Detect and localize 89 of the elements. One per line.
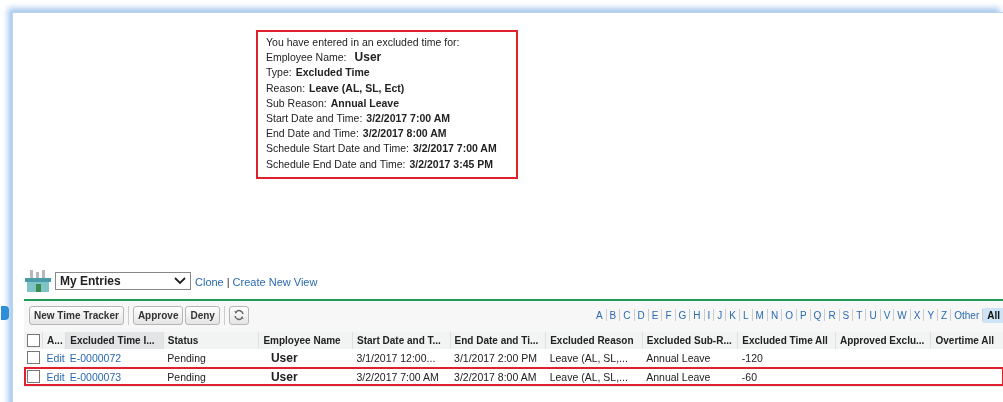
column-header[interactable]: Excluded Time All (737, 331, 836, 349)
letter-filter[interactable]: S (839, 309, 853, 321)
letter-filter[interactable]: R (825, 309, 839, 321)
table-cell: -120 (741, 351, 763, 364)
field-label: Sub Reason: (266, 96, 327, 109)
table-cell: Leave (AL, SL,... (549, 370, 628, 383)
letter-filter[interactable]: A (592, 309, 606, 321)
row-checkbox[interactable] (27, 370, 40, 384)
field-label: Schedule End Date and Time: (266, 157, 406, 170)
field-label: End Date and Time: (266, 127, 359, 140)
field-value: Annual Leave (330, 96, 399, 109)
field-value: 3/2/2017 8:00 AM (362, 127, 447, 140)
table-cell: -60 (741, 370, 757, 383)
row-checkbox[interactable] (27, 351, 40, 365)
field-value: 3/2/2017 3:45 PM (409, 157, 493, 170)
letter-filter[interactable]: V (880, 309, 894, 321)
table-cell: User (270, 369, 298, 384)
edit-link[interactable]: Edit (46, 370, 65, 383)
column-header[interactable]: Start Date and T... (352, 331, 451, 349)
table-cell: 3/1/2017 12:00... (356, 351, 436, 364)
field-value: 3/2/2017 7:00 AM (413, 142, 497, 155)
letter-filter[interactable]: Z (938, 309, 951, 321)
field-label: Start Date and Time: (266, 112, 363, 124)
clone-link[interactable]: Clone (195, 276, 224, 289)
column-header[interactable]: A... (42, 331, 66, 349)
field-value: User (354, 50, 382, 65)
column-header[interactable]: Employee Name (258, 331, 353, 349)
table-cell: Pending (167, 370, 206, 383)
toolbar-button[interactable]: Approve (132, 305, 184, 325)
letter-filter[interactable]: F (662, 309, 675, 321)
building-icon (25, 267, 51, 294)
column-header[interactable]: Status (163, 331, 259, 349)
collapse-handle[interactable] (1, 306, 9, 320)
letter-filter[interactable]: D (634, 309, 648, 321)
letter-filter[interactable]: G (675, 309, 690, 321)
field-label: Employee Name: (266, 51, 347, 64)
letter-filter[interactable]: U (866, 309, 880, 321)
column-header[interactable]: Overtime All (931, 331, 1003, 349)
field-label: Type: (266, 66, 292, 79)
letter-filter[interactable]: C (620, 309, 634, 321)
column-header[interactable]: Excluded Reason (545, 331, 643, 349)
letter-filter[interactable]: L (740, 309, 752, 321)
edit-link[interactable]: Edit (46, 351, 65, 364)
refresh-button[interactable] (228, 305, 249, 325)
table-cell: User (270, 350, 298, 365)
record-link[interactable]: E-0000072 (69, 351, 122, 364)
table-cell: 3/1/2017 2:00 PM (454, 351, 537, 364)
letter-filter[interactable]: J (714, 309, 726, 321)
column-header[interactable]: Excluded Time I... (65, 331, 164, 349)
table-cell: Annual Leave (646, 351, 711, 364)
link-separator: | (226, 276, 230, 289)
letter-filter[interactable]: Other (951, 309, 983, 321)
column-header[interactable]: Approved Exclu... (835, 331, 931, 349)
letter-filter[interactable]: M (752, 309, 767, 321)
caret-icon (174, 276, 186, 285)
refresh-icon (232, 309, 245, 322)
letter-filter[interactable]: T (853, 309, 866, 321)
table-cell: Pending (167, 351, 206, 364)
letter-filter[interactable]: K (726, 309, 739, 321)
table-cell: Leave (AL, SL,... (549, 351, 628, 364)
record-link[interactable]: E-0000073 (69, 370, 122, 383)
letter-filter[interactable]: W (894, 309, 910, 321)
letter-filter[interactable]: O (782, 309, 796, 321)
letter-filter[interactable]: E (648, 309, 662, 321)
column-header[interactable]: Excluded Sub-R... (642, 331, 738, 349)
field-label: Schedule Start Date and Time: (266, 142, 409, 155)
column-header[interactable]: End Date and Ti... (450, 331, 546, 349)
letter-filter[interactable]: H (690, 309, 704, 321)
letter-filter[interactable]: P (796, 309, 810, 321)
message-heading: You have entered in an excluded time for: (266, 35, 461, 50)
letter-filter[interactable]: Q (810, 309, 825, 321)
letter-filter[interactable]: I (704, 309, 714, 321)
field-value: Leave (AL, SL, Ect) (309, 81, 405, 94)
table-cell: 3/2/2017 8:00 AM (454, 370, 537, 383)
select-all-checkbox[interactable] (27, 333, 40, 347)
toolbar-button[interactable]: Deny (185, 305, 220, 325)
letter-filter[interactable]: B (606, 309, 620, 321)
letter-filter[interactable]: Y (924, 309, 938, 321)
letter-filter[interactable]: X (910, 309, 924, 321)
letter-filter[interactable]: N (767, 309, 782, 321)
field-value: 3/2/2017 7:00 AM (366, 112, 450, 124)
letter-filter[interactable]: All (983, 307, 1003, 323)
field-value: Excluded Time (295, 66, 370, 79)
view-select[interactable]: My Entries (55, 271, 191, 290)
table-cell: 3/2/2017 7:00 AM (356, 370, 439, 383)
create-view-link[interactable]: Create New View (232, 276, 318, 289)
field-label: Reason: (266, 81, 306, 94)
table-cell: Annual Leave (646, 370, 711, 383)
toolbar-button[interactable]: New Time Tracker (29, 305, 124, 325)
